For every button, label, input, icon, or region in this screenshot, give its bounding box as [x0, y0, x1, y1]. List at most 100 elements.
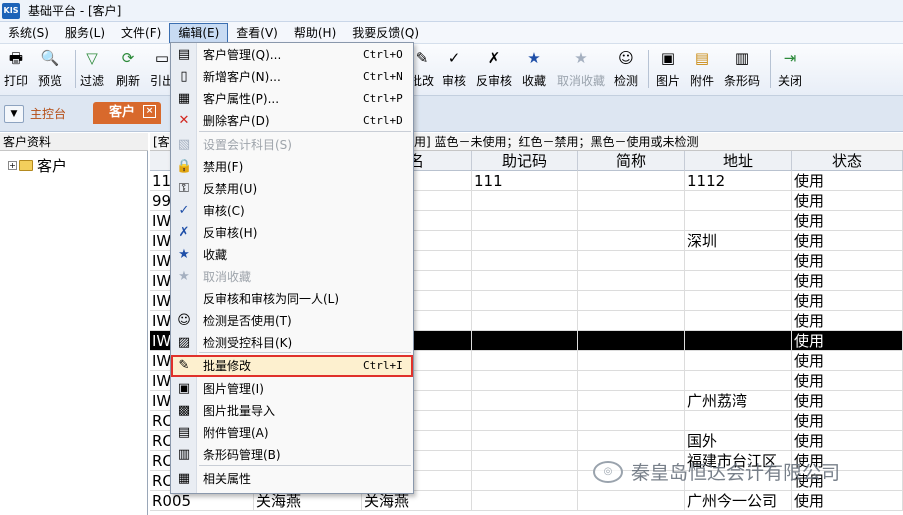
cell-address[interactable]: 广州今一公司 [685, 491, 792, 511]
cell-address[interactable] [685, 411, 792, 431]
cell-mnemonic[interactable] [472, 351, 578, 371]
cell-mnemonic[interactable] [472, 451, 578, 471]
cell-address[interactable] [685, 271, 792, 291]
tree-node-customer[interactable]: + 客户 [8, 155, 67, 176]
cell-abbreviation[interactable] [578, 431, 685, 451]
cell-address[interactable]: 广州荔湾 [685, 391, 792, 411]
cell-abbreviation[interactable] [578, 391, 685, 411]
cell-address[interactable]: 深圳 [685, 231, 792, 251]
cell-mnemonic[interactable] [472, 191, 578, 211]
cell-address[interactable] [685, 371, 792, 391]
cell-address[interactable] [685, 191, 792, 211]
cell-address[interactable]: 国外 [685, 431, 792, 451]
cell-abbreviation[interactable] [578, 251, 685, 271]
cell-status[interactable]: 使用 [792, 411, 903, 431]
cell-status[interactable]: 使用 [792, 211, 903, 231]
close-icon[interactable]: × [143, 105, 156, 118]
cell-status[interactable]: 使用 [792, 171, 903, 191]
cell-address[interactable] [685, 311, 792, 331]
cell-address[interactable] [685, 331, 792, 351]
cell-address[interactable] [685, 211, 792, 231]
cell-address[interactable] [685, 351, 792, 371]
cell-mnemonic[interactable] [472, 431, 578, 451]
menu-feedback[interactable]: 我要反馈(Q) [344, 23, 427, 43]
cell-status[interactable]: 使用 [792, 191, 903, 211]
cell-abbreviation[interactable] [578, 491, 685, 511]
favorite-button[interactable]: ★ 收藏 [522, 48, 546, 92]
menu-item-17[interactable]: ▤ 附件管理(A) [171, 422, 413, 444]
print-button[interactable]: 🖶 打印 [4, 48, 28, 92]
cell-abbreviation[interactable] [578, 171, 685, 191]
menu-help[interactable]: 帮助(H) [286, 23, 344, 43]
close-button[interactable]: ⇥ 关闭 [778, 48, 802, 92]
cell-abbreviation[interactable] [578, 291, 685, 311]
menu-item-6[interactable]: ⚿ 反禁用(U) [171, 178, 413, 200]
menu-item-14[interactable]: ✎ 批量修改 Ctrl+I [171, 355, 413, 377]
cell-mnemonic[interactable] [472, 331, 578, 351]
menu-item-0[interactable]: ▤ 客户管理(Q)... Ctrl+O [171, 44, 413, 66]
cell-abbreviation[interactable] [578, 191, 685, 211]
cell-mnemonic[interactable] [472, 391, 578, 411]
cell-abbreviation[interactable] [578, 311, 685, 331]
menu-system[interactable]: 系统(S) [0, 23, 57, 43]
menu-file[interactable]: 文件(F) [113, 23, 169, 43]
menu-item-13[interactable]: ▨ 检测受控科目(K) [171, 332, 413, 354]
cell-abbreviation[interactable] [578, 351, 685, 371]
attachment-button[interactable]: ▤ 附件 [690, 48, 714, 92]
cell-name[interactable]: 关海燕 [362, 491, 472, 511]
cell-abbreviation[interactable] [578, 271, 685, 291]
tab-menu-chevron-down-icon[interactable]: ▼ [4, 105, 24, 123]
column-header-status[interactable]: 状态 [792, 151, 903, 171]
cell-status[interactable]: 使用 [792, 431, 903, 451]
menu-item-15[interactable]: ▣ 图片管理(I) [171, 378, 413, 400]
image-button[interactable]: ▣ 图片 [656, 48, 680, 92]
menu-item-3[interactable]: ✕ 删除客户(D) Ctrl+D [171, 110, 413, 132]
cell-mnemonic[interactable] [472, 271, 578, 291]
unaudit-button[interactable]: ✗ 反审核 [476, 48, 512, 92]
cell-mnemonic[interactable] [472, 311, 578, 331]
column-header-abbreviation[interactable]: 简称 [578, 151, 685, 171]
menu-item-18[interactable]: ▥ 条形码管理(B) [171, 444, 413, 466]
cell-status[interactable]: 使用 [792, 271, 903, 291]
menu-item-2[interactable]: ▦ 客户属性(P)... Ctrl+P [171, 88, 413, 110]
menu-service[interactable]: 服务(L) [57, 23, 113, 43]
cell-abbreviation[interactable] [578, 331, 685, 351]
cell-status[interactable]: 使用 [792, 331, 903, 351]
menu-item-19[interactable]: ▦ 相关属性 [171, 468, 413, 490]
menu-item-8[interactable]: ✗ 反审核(H) [171, 222, 413, 244]
cell-abbreviation[interactable] [578, 231, 685, 251]
refresh-button[interactable]: ⟳ 刷新 [116, 48, 140, 92]
column-header-mnemonic[interactable]: 助记码 [472, 151, 578, 171]
cell-abbreviation[interactable] [578, 211, 685, 231]
menu-item-1[interactable]: ▯ 新增客户(N)... Ctrl+N [171, 66, 413, 88]
cell-mnemonic[interactable] [472, 251, 578, 271]
cell-mnemonic[interactable] [472, 231, 578, 251]
table-row[interactable]: R005 关海燕 关海燕 广州今一公司 使用 [150, 491, 903, 511]
cell-abbreviation[interactable] [578, 411, 685, 431]
cell-mnemonic[interactable] [472, 211, 578, 231]
cell-mnemonic[interactable] [472, 411, 578, 431]
cell-abbreviation[interactable] [578, 371, 685, 391]
menu-item-11[interactable]: 反审核和审核为同一人(L) [171, 288, 413, 310]
cell-address[interactable]: 1112 [685, 171, 792, 191]
cell-status[interactable]: 使用 [792, 291, 903, 311]
filter-button[interactable]: ▽ 过滤 [80, 48, 104, 92]
preview-button[interactable]: 🔍 预览 [38, 48, 62, 92]
cell-status[interactable]: 使用 [792, 231, 903, 251]
cell-mnemonic[interactable]: 111 [472, 171, 578, 191]
menu-item-9[interactable]: ★ 收藏 [171, 244, 413, 266]
cell-code[interactable]: R005 [150, 491, 254, 511]
expand-icon[interactable]: + [8, 161, 17, 170]
check-button[interactable]: ☺ 检测 [614, 48, 638, 92]
menu-item-16[interactable]: ▩ 图片批量导入 [171, 400, 413, 422]
cell-mnemonic[interactable] [472, 491, 578, 511]
menu-item-7[interactable]: ✓ 审核(C) [171, 200, 413, 222]
cell-mnemonic[interactable] [472, 291, 578, 311]
cell-status[interactable]: 使用 [792, 491, 903, 511]
cell-status[interactable]: 使用 [792, 391, 903, 411]
menu-item-12[interactable]: ☺ 检测是否使用(T) [171, 310, 413, 332]
menu-item-5[interactable]: 🔒 禁用(F) [171, 156, 413, 178]
tab-customer[interactable]: 客户 × [93, 102, 161, 124]
cell-status[interactable]: 使用 [792, 371, 903, 391]
cell-mnemonic[interactable] [472, 371, 578, 391]
